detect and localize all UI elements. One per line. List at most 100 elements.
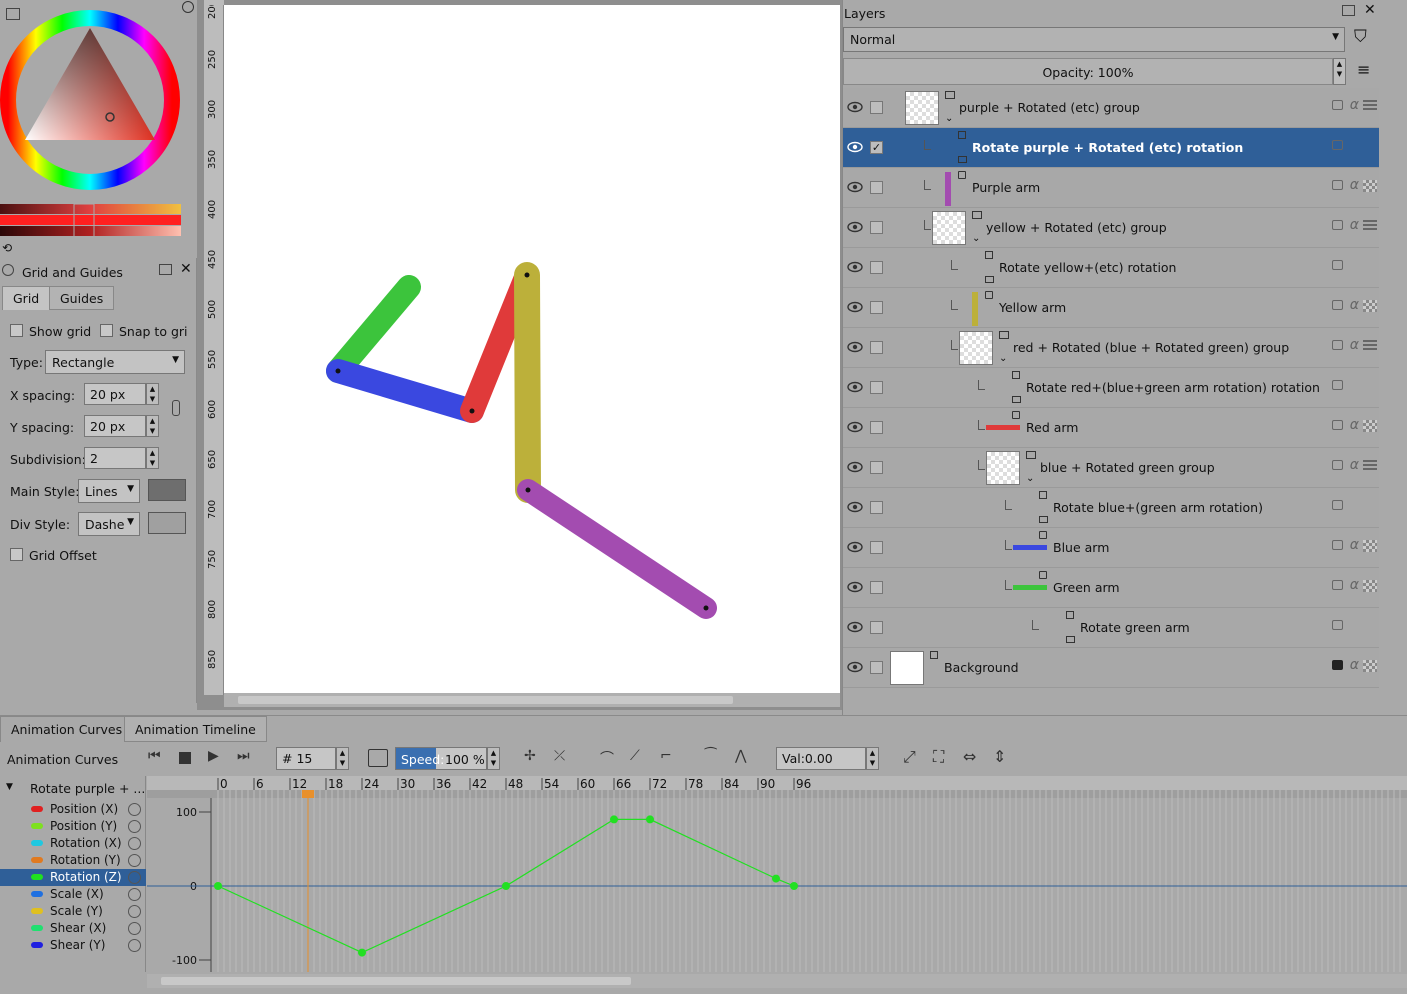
eye-icon[interactable] <box>847 581 863 593</box>
passthrough-icon[interactable] <box>1363 220 1377 232</box>
canvas[interactable] <box>224 5 840 693</box>
alpha-lock-icon[interactable]: α <box>1350 297 1359 313</box>
play-icon[interactable]: ▶ <box>208 748 219 764</box>
channel-toggle-icon[interactable] <box>128 939 141 952</box>
curve-editor[interactable]: 061218243036424854606672788490961000-100 <box>147 776 1407 974</box>
frame-stepper[interactable]: ▲ ▼ <box>336 747 349 770</box>
layer-row[interactable]: Rotate yellow+(etc) rotation <box>843 248 1379 288</box>
layer-row[interactable]: Yellow arm α <box>843 288 1379 328</box>
inherit-alpha-icon[interactable] <box>1363 660 1377 672</box>
horizontal-zoom-icon[interactable]: ⇔ <box>963 747 976 766</box>
lock-icon[interactable] <box>1332 260 1343 270</box>
channel-item[interactable]: Rotation (Z) <box>0 869 146 886</box>
layer-row[interactable]: Red arm α <box>843 408 1379 448</box>
eye-icon[interactable] <box>847 421 863 433</box>
curve-horizontal-scrollbar[interactable] <box>147 974 1407 988</box>
scrollbar-thumb[interactable] <box>161 977 631 985</box>
color-docker-menu-icon[interactable] <box>6 8 20 20</box>
div-color-swatch[interactable] <box>148 512 186 534</box>
next-frame-icon[interactable]: ⏭ <box>237 748 250 764</box>
color-slider-saturation[interactable] <box>0 215 181 225</box>
main-color-swatch[interactable] <box>148 479 186 501</box>
alpha-lock-icon[interactable]: α <box>1350 657 1359 673</box>
speed-stepper[interactable]: ▲ ▼ <box>487 747 500 770</box>
chevron-down-icon[interactable]: ⌄ <box>1026 473 1034 484</box>
keyframe-point[interactable] <box>358 948 366 957</box>
lock-icon[interactable] <box>1332 540 1343 550</box>
constant-interpolation-icon[interactable]: ⌐ <box>660 748 672 764</box>
inherit-alpha-icon[interactable] <box>1363 540 1377 552</box>
alpha-lock-icon[interactable]: α <box>1350 457 1359 473</box>
channel-toggle-icon[interactable] <box>128 854 141 867</box>
lock-icon[interactable] <box>1332 380 1343 390</box>
subdivision-stepper[interactable]: ▲ ▼ <box>146 447 159 469</box>
channel-layer-node[interactable]: Rotate purple + ... <box>30 781 145 796</box>
channel-item[interactable]: Position (Y) <box>0 818 146 835</box>
tab-guides[interactable]: Guides <box>49 286 115 310</box>
linear-interpolation-icon[interactable]: ⟋ <box>630 748 640 764</box>
layer-row[interactable]: ⌄ red + Rotated (blue + Rotated green) gr… <box>843 328 1379 368</box>
eye-icon[interactable] <box>847 541 863 553</box>
alpha-lock-icon[interactable]: α <box>1350 177 1359 193</box>
curve-graph[interactable]: 061218243036424854606672788490961000-100 <box>147 776 1407 972</box>
layer-select-checkbox[interactable] <box>870 101 883 114</box>
lock-icon[interactable] <box>1332 580 1343 590</box>
reset-color-icon[interactable]: ⟲ <box>2 241 12 255</box>
lock-icon[interactable] <box>1332 620 1343 630</box>
channel-item[interactable]: Position (X) <box>0 801 146 818</box>
keyframe-point[interactable] <box>772 874 780 883</box>
color-slider-value[interactable] <box>0 226 181 236</box>
channel-toggle-icon[interactable] <box>128 922 141 935</box>
channel-toggle-icon[interactable] <box>128 837 141 850</box>
alpha-lock-icon[interactable]: α <box>1350 97 1359 113</box>
inherit-alpha-icon[interactable] <box>1363 180 1377 192</box>
channel-toggle-icon[interactable] <box>128 820 141 833</box>
zoom-fit-icon[interactable]: ⤢ <box>903 747 916 767</box>
div-style-select[interactable]: Dashe ▼ <box>78 512 140 536</box>
layer-select-checkbox[interactable]: ✓ <box>870 141 883 154</box>
lock-icon[interactable] <box>1332 180 1343 190</box>
layer-select-checkbox[interactable] <box>870 461 883 474</box>
playback-speed-slider[interactable]: Speed: 100 % <box>395 747 487 770</box>
opacity-stepper[interactable]: ▲ ▼ <box>1333 58 1346 85</box>
x-spacing-input[interactable]: 20 px <box>84 383 146 405</box>
y-spacing-stepper[interactable]: ▲ ▼ <box>146 415 159 437</box>
close-docker-icon[interactable]: ✕ <box>1364 2 1376 18</box>
layer-row[interactable]: Rotate red+(blue+green arm rotation) rot… <box>843 368 1379 408</box>
eye-icon[interactable] <box>847 501 863 513</box>
keyframe-value-input[interactable]: Val:0.00 <box>776 747 866 770</box>
smooth-interpolation-icon[interactable]: ⌒ <box>600 748 614 768</box>
layer-row[interactable]: ⌄ yellow + Rotated (etc) group α <box>843 208 1379 248</box>
current-frame-input[interactable]: # 15 <box>276 747 336 770</box>
tab-animation-timeline[interactable]: Animation Timeline <box>124 716 267 742</box>
scrollbar-thumb[interactable] <box>238 696 733 704</box>
close-docker-icon[interactable]: ✕ <box>180 261 192 277</box>
layer-row[interactable]: Rotate blue+(green arm rotation) <box>843 488 1379 528</box>
grid-type-select[interactable]: Rectangle ▼ <box>45 350 185 374</box>
inherit-alpha-icon[interactable] <box>1363 580 1377 592</box>
lock-icon[interactable] <box>1332 100 1343 110</box>
grid-offset-checkbox[interactable] <box>10 548 23 561</box>
layer-select-checkbox[interactable] <box>870 261 883 274</box>
lock-icon[interactable] <box>1332 220 1343 230</box>
layer-row[interactable]: ✓ Rotate purple + Rotated (etc) rotation <box>843 128 1379 168</box>
eye-icon[interactable] <box>847 221 863 233</box>
lock-icon[interactable] <box>1332 500 1343 510</box>
lock-icon[interactable] <box>1332 660 1343 670</box>
y-spacing-input[interactable]: 20 px <box>84 415 146 437</box>
alpha-lock-icon[interactable]: α <box>1350 537 1359 553</box>
channel-item[interactable]: Scale (Y) <box>0 903 146 920</box>
eye-icon[interactable] <box>847 341 863 353</box>
passthrough-icon[interactable] <box>1363 340 1377 352</box>
keyframe-point[interactable] <box>790 882 798 890</box>
layer-select-checkbox[interactable] <box>870 541 883 554</box>
layers-menu-icon[interactable]: ≡ <box>1357 60 1370 79</box>
lock-icon[interactable] <box>1332 300 1343 310</box>
layer-row[interactable]: Purple arm α <box>843 168 1379 208</box>
chevron-down-icon[interactable]: ⌄ <box>972 233 980 244</box>
layer-select-checkbox[interactable] <box>870 181 883 194</box>
eye-icon[interactable] <box>847 461 863 473</box>
eye-icon[interactable] <box>847 381 863 393</box>
blend-mode-select[interactable]: Normal ▼ <box>843 27 1345 52</box>
eye-icon[interactable] <box>847 181 863 193</box>
